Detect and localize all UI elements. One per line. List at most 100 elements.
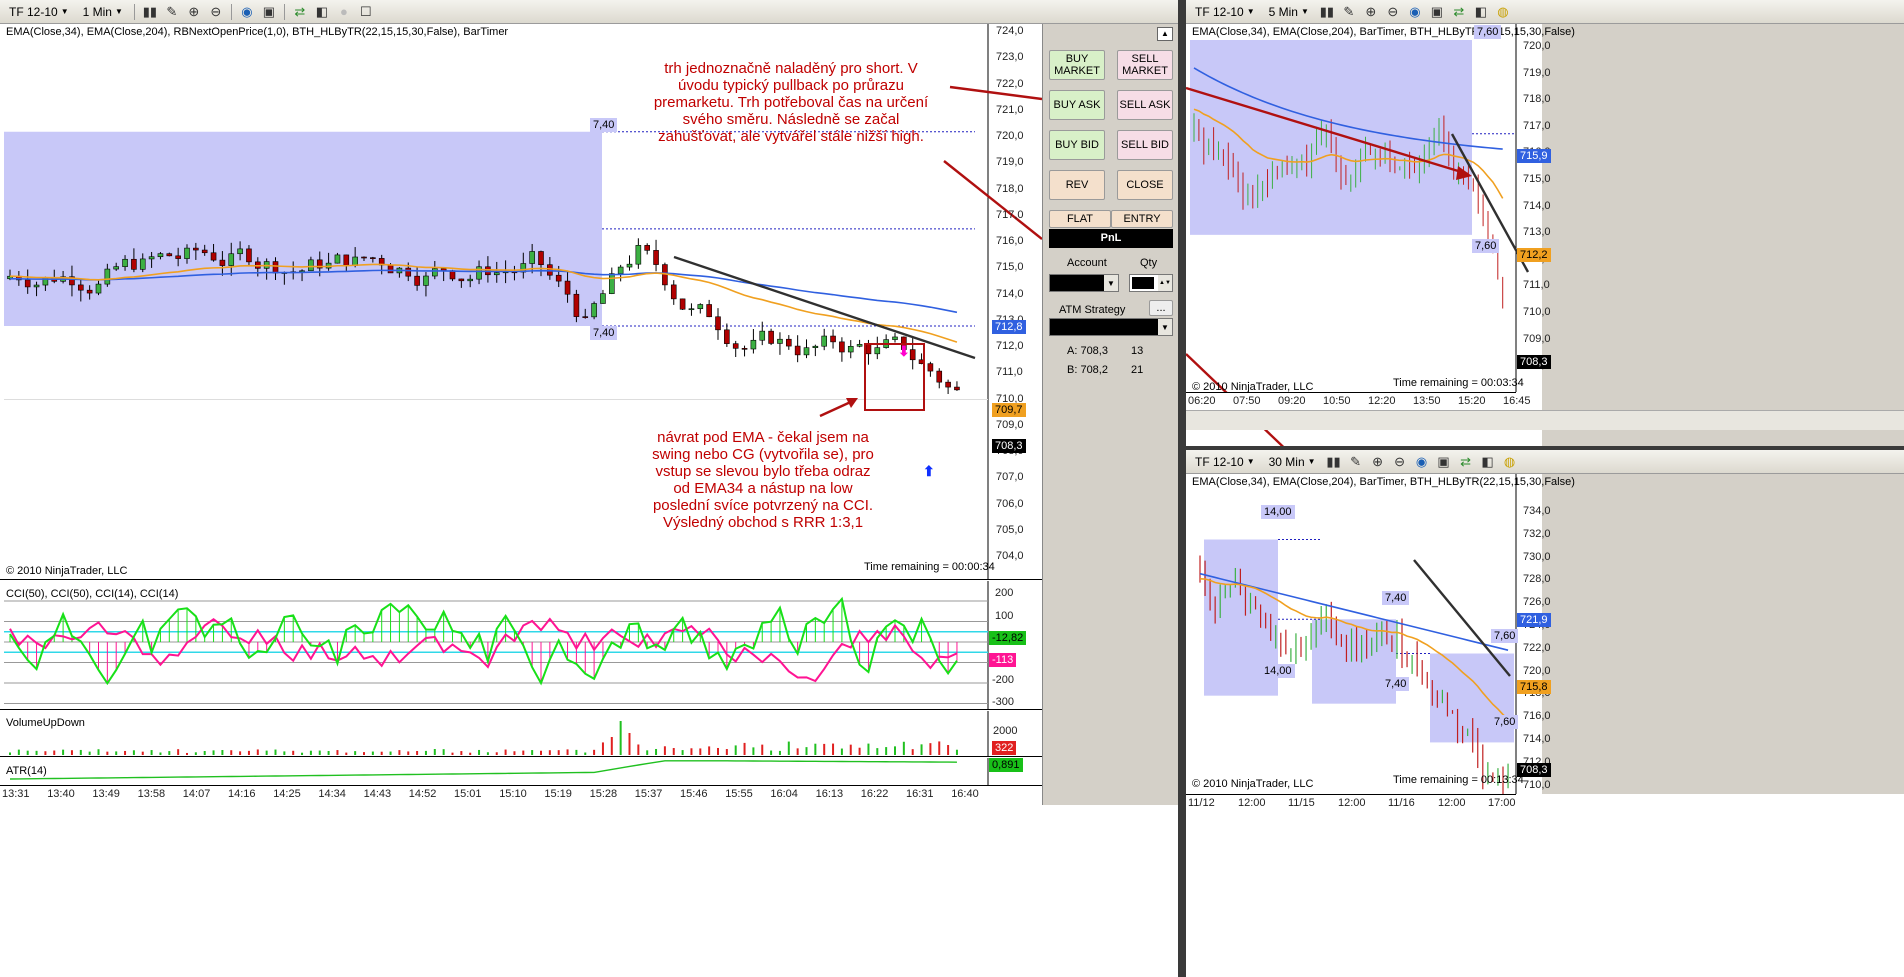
volume-bar [778,750,781,755]
qty-spinner[interactable]: ▲▼ [1129,274,1173,292]
time-axis-tick: 15:10 [499,788,527,800]
volume-bar [911,749,914,755]
volume-bar [265,750,268,755]
atm-more-button[interactable]: ... [1149,300,1173,316]
annotation-short-bias: trh jednoznačně naladěný pro short. V úv… [653,60,929,145]
chart-icon[interactable]: ◧ [1479,453,1497,471]
collapse-panel-button[interactable]: ▲ [1157,27,1173,41]
candle-body [750,339,757,350]
properties-icon[interactable]: ▣ [1428,3,1446,21]
candle-style-icon[interactable]: ▮▮ [141,3,159,21]
time-axis-tick: 16:04 [770,788,798,800]
zoom-in-icon[interactable]: ⊕ [1362,3,1380,21]
scrollbar-5min[interactable] [1186,410,1904,430]
qty-label: Qty [1140,257,1158,269]
zoom-out-icon[interactable]: ⊖ [207,3,225,21]
volume-chart-svg [9,711,989,756]
draw-pencil-icon[interactable]: ✎ [1340,3,1358,21]
volume-bar [451,752,454,755]
volume-panel[interactable]: VolumeUpDown 2000 322 [0,711,1042,756]
price-axis-tick: 715,0 [996,261,1024,274]
draw-pencil-icon[interactable]: ✎ [1347,453,1365,471]
candle-body [600,293,606,304]
sell-ask-button[interactable]: SELL ASK [1117,90,1173,120]
lock-icon[interactable]: ◍ [1494,3,1512,21]
zoom-in-icon[interactable]: ⊕ [185,3,203,21]
price-axis-30min-tick: 716,0 [1523,710,1551,723]
zoom-in-icon[interactable]: ⊕ [1369,453,1387,471]
volume-bar [354,751,357,755]
instrument-selector[interactable]: TF 12-10 ▼ [4,3,74,21]
candle-body [308,259,314,272]
buy-ask-button[interactable]: BUY ASK [1049,90,1105,120]
draw-pencil-icon[interactable]: ✎ [163,3,181,21]
time-axis-5min-tick: 09:20 [1278,395,1306,407]
candle-body [272,261,279,274]
arrow-to-30min [943,160,1042,240]
entry-button[interactable]: ENTRY [1111,210,1173,228]
price-axis-tick: 723,0 [996,51,1024,64]
sell-bid-button[interactable]: SELL BID [1117,130,1173,160]
candle-style-icon[interactable]: ▮▮ [1325,453,1343,471]
candle-body [370,257,376,259]
cci-panel[interactable]: CCI(50), CCI(50), CCI(14), CCI(14) 200 1… [0,581,1042,709]
volume-bar [221,750,224,755]
price-axis-30min-tick: 720,0 [1523,664,1551,677]
atm-strategy-select[interactable]: ▼ [1049,318,1173,336]
data-box-icon[interactable]: ☐ [357,3,375,21]
time-axis-5min-tick: 16:45 [1503,395,1531,407]
breakout-box [4,131,602,326]
sell-market-button[interactable]: SELL MARKET [1117,50,1173,80]
price-axis-30min-tick: 710,0 [1523,778,1551,791]
flat-button[interactable]: FLAT [1049,210,1111,228]
window-splitter[interactable] [1178,0,1186,977]
zoom-out-icon[interactable]: ⊖ [1391,453,1409,471]
properties-icon[interactable]: ▣ [1435,453,1453,471]
candle-body [246,248,252,263]
instrument-label-5min: TF 12-10 [1195,4,1244,19]
globe-icon[interactable]: ◉ [1413,453,1431,471]
interval-selector-5min[interactable]: 5 Min ▼ [1264,3,1314,21]
volume-bar [531,750,534,755]
volume-bar [885,747,888,755]
atr-panel[interactable]: ATR(14) 0,891 [0,758,1042,785]
globe-icon[interactable]: ◉ [238,3,256,21]
zoom-out-icon[interactable]: ⊖ [1384,3,1402,21]
rev-button[interactable]: REV [1049,170,1105,200]
interval-selector[interactable]: 1 Min ▼ [78,3,128,21]
record-icon[interactable]: ● [335,3,353,21]
interval-selector-30min[interactable]: 30 Min ▼ [1264,453,1321,471]
globe-icon[interactable]: ◉ [1406,3,1424,21]
chart-icon[interactable]: ◧ [313,3,331,21]
trade-icon[interactable]: ⇄ [291,3,309,21]
properties-icon[interactable]: ▣ [260,3,278,21]
buy-bid-button[interactable]: BUY BID [1049,130,1105,160]
price-panel-30min[interactable]: EMA(Close,34), EMA(Close,204), BarTimer,… [1186,474,1904,794]
candle-style-icon[interactable]: ▮▮ [1318,3,1336,21]
candle-body [555,274,562,282]
volume-bar [805,747,808,755]
candle-body [334,254,341,264]
price-panel[interactable]: ⬇ ⬆ EMA(Close,34), EMA(Close,204), RBNext… [0,24,1042,579]
trade-icon[interactable]: ⇄ [1457,453,1475,471]
box-tag-upper: 7,40 [590,118,618,132]
time-axis-tick: 14:43 [363,788,392,800]
volume-bar [876,748,879,755]
box-tag-30-d: 7,40 [1382,677,1410,691]
account-select[interactable]: ▼ [1049,274,1119,292]
volume-bar [814,743,817,755]
close-button[interactable]: CLOSE [1117,170,1173,200]
candle-body [794,345,801,356]
candle-body [954,386,960,391]
volume-bar [752,747,755,755]
trade-icon[interactable]: ⇄ [1450,3,1468,21]
volume-bar [141,751,144,755]
lock-icon[interactable]: ◍ [1501,453,1519,471]
candle-body [724,329,730,344]
buy-market-button[interactable]: BUY MARKET [1049,50,1105,80]
candle-body [582,316,589,318]
instrument-selector-30min[interactable]: TF 12-10 ▼ [1190,453,1260,471]
volume-bar [336,750,339,755]
instrument-selector-5min[interactable]: TF 12-10 ▼ [1190,3,1260,21]
chart-icon[interactable]: ◧ [1472,3,1490,21]
